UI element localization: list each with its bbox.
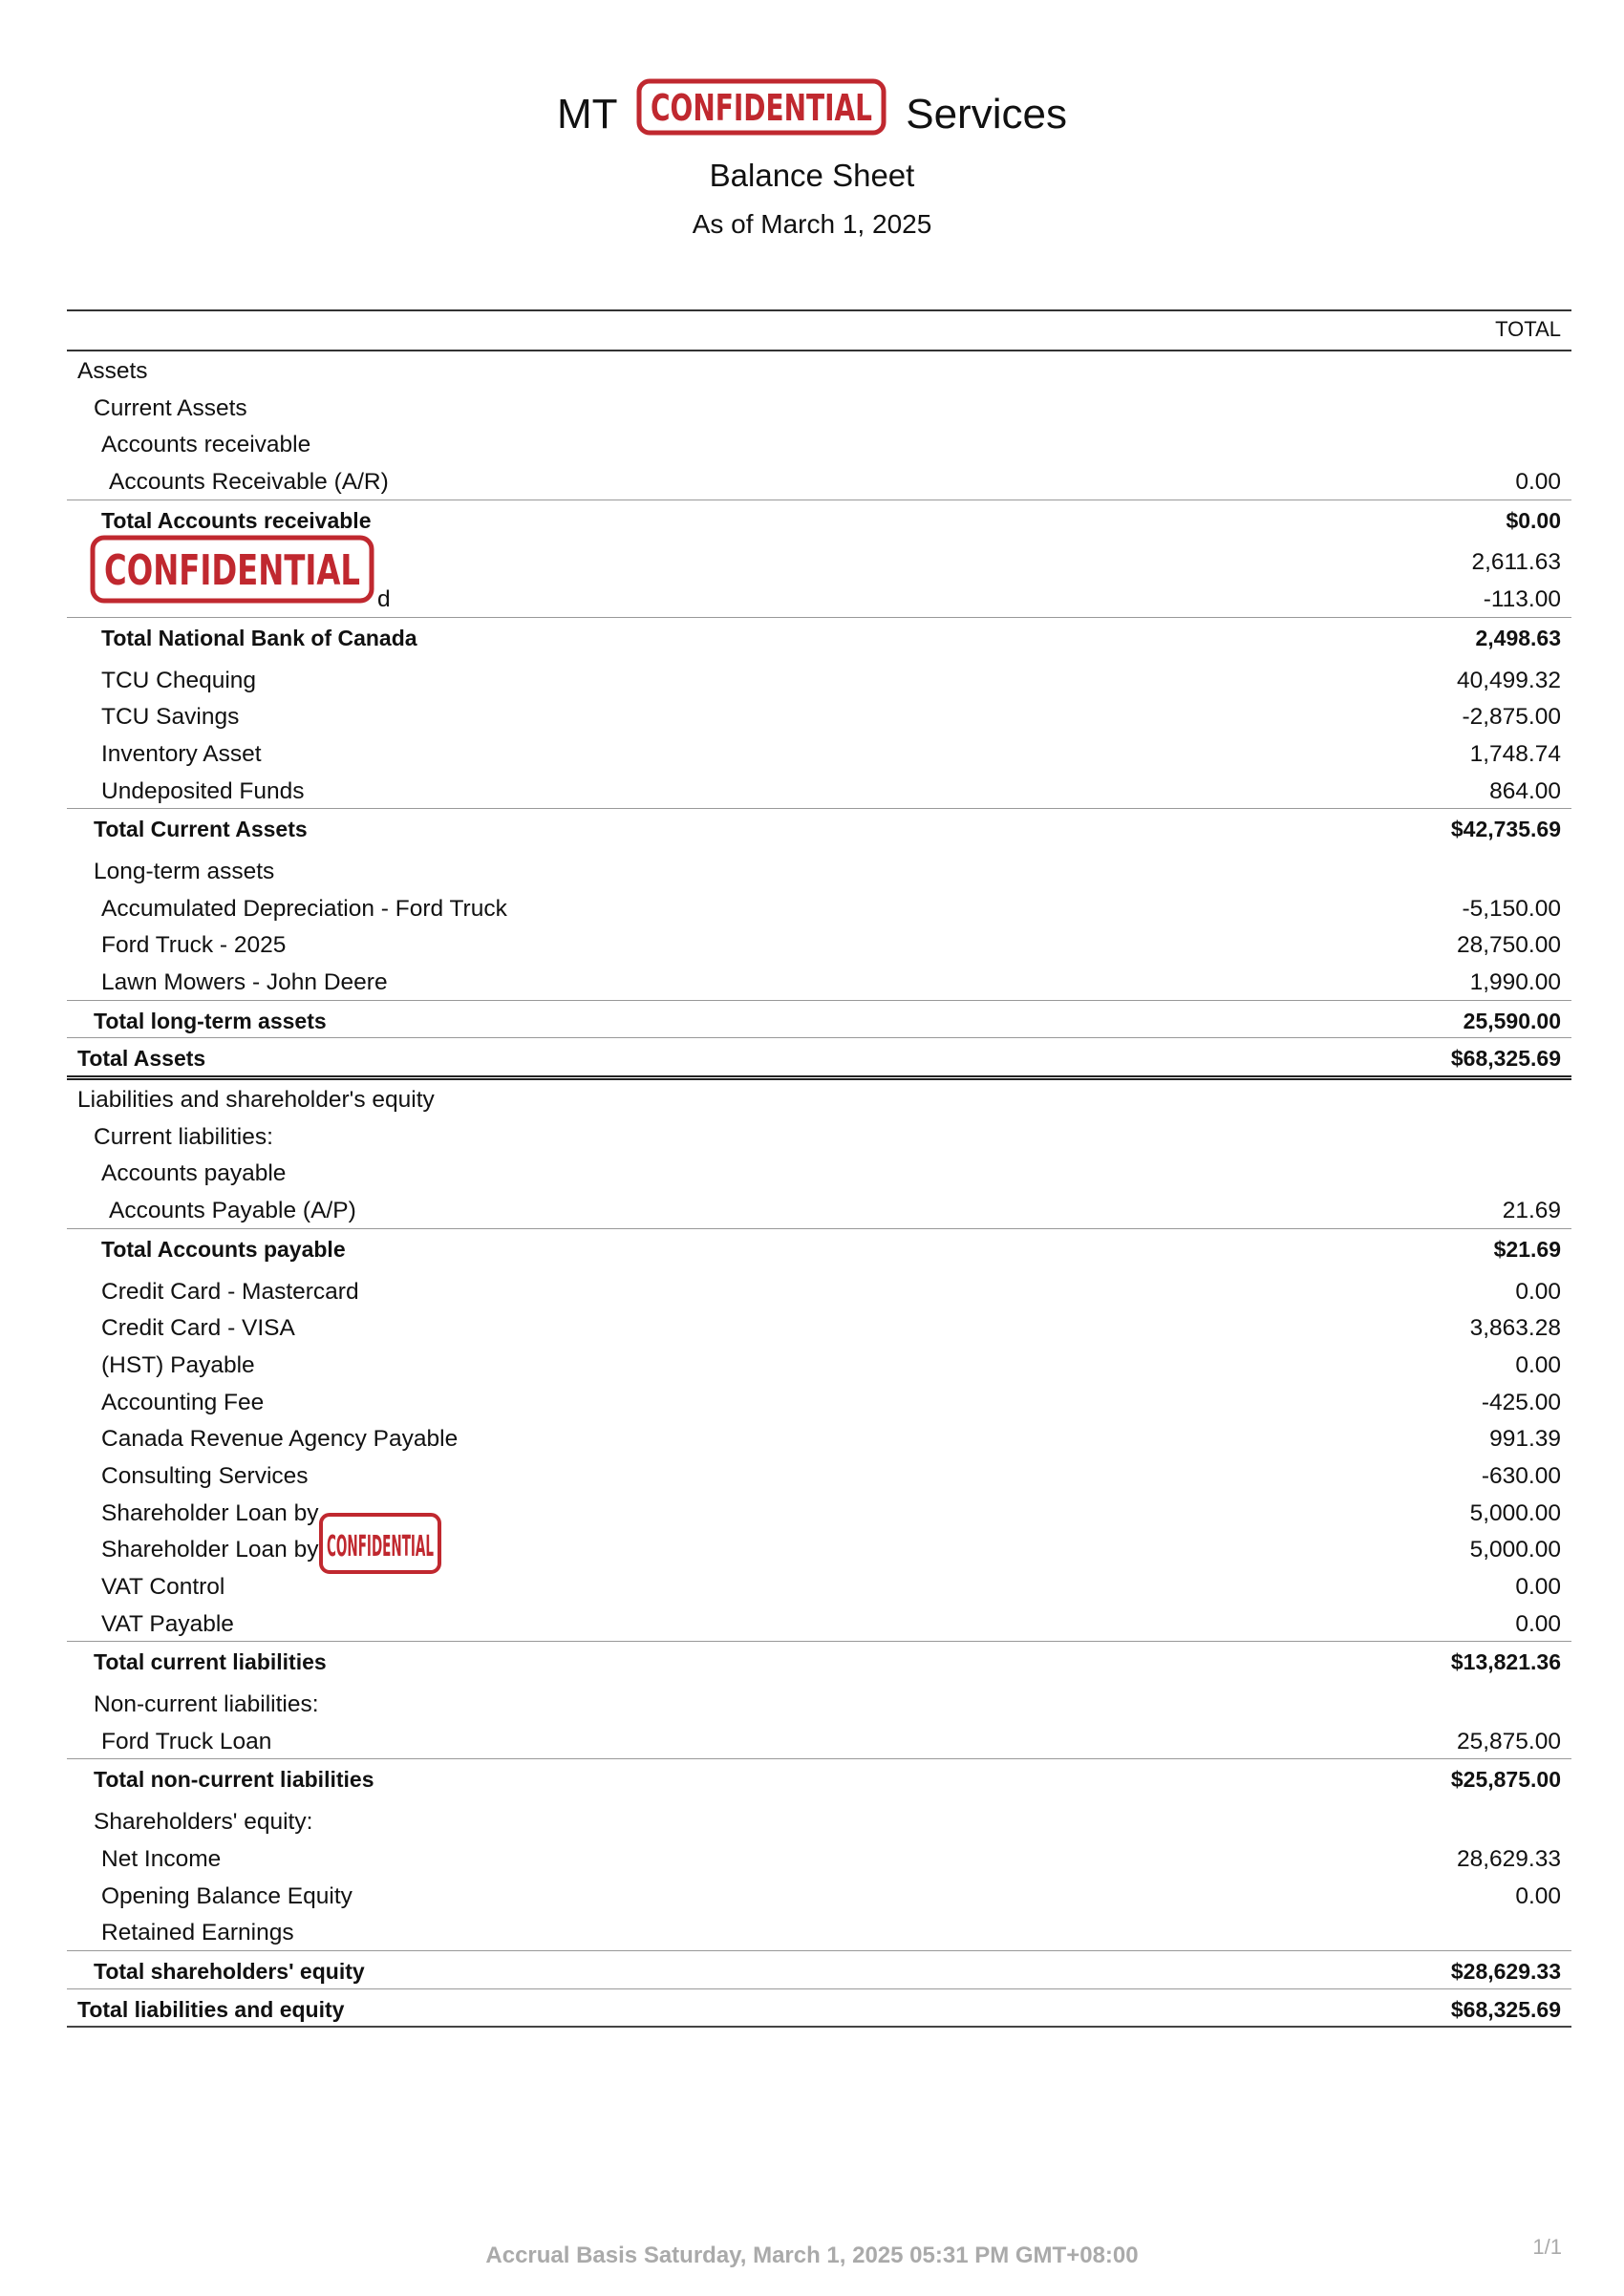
table-row: Lawn Mowers - John Deere 1,990.00 <box>101 969 1561 995</box>
company-name: MT CONFIDENTIAL Services <box>0 78 1624 152</box>
table-row: Accounts payable <box>101 1160 287 1187</box>
table-row: Long-term assets <box>94 858 275 884</box>
report-footer: Accrual Basis Saturday, March 1, 2025 05… <box>485 2243 1139 2268</box>
table-row: Retained Earnings <box>101 1920 294 1946</box>
svg-text:CONFIDENTIAL: CONFIDENTIAL <box>327 1530 434 1563</box>
table-row: Current liabilities: <box>94 1123 273 1150</box>
confidential-stamp: CONFIDENTIAL <box>318 1512 442 1575</box>
report-title: Balance Sheet <box>709 158 915 193</box>
table-row: Total National Bank of Canada 2,498.63 <box>67 616 1571 655</box>
table-row: Assets <box>77 358 148 384</box>
table-row: Consulting Services -630.00 <box>101 1462 1561 1489</box>
company-prefix: MT <box>557 91 617 138</box>
table-row: Ford Truck - 2025 28,750.00 <box>101 932 1561 959</box>
table-row: VAT Control 0.00 <box>101 1574 1561 1600</box>
table-row: Total Accounts payable $21.69 <box>67 1227 1571 1266</box>
table-row: Inventory Asset 1,748.74 <box>101 740 1561 767</box>
table-row: Shareholders' equity: <box>94 1809 313 1836</box>
table-row: Total Accounts receivable $0.00 <box>67 499 1571 538</box>
table-row: Total long-term assets 25,590.00 <box>67 999 1571 1038</box>
table-row: Net Income 28,629.33 <box>101 1845 1561 1872</box>
confidential-stamp: CONFIDENTIAL <box>90 535 374 604</box>
svg-text:CONFIDENTIAL: CONFIDENTIAL <box>651 87 872 129</box>
column-header: TOTAL <box>67 311 1571 351</box>
table-row: VAT Payable 0.00 <box>101 1610 1561 1637</box>
table-row: Accounts receivable <box>101 432 311 458</box>
table-row: Total liabilities and equity $68,325.69 <box>67 1988 1571 2029</box>
table-row: Liabilities and shareholder's equity <box>77 1087 435 1114</box>
table-row: Total current liabilities $13,821.36 <box>67 1641 1571 1679</box>
table-row: Shareholder Loan by 5,000.00 <box>101 1499 1561 1526</box>
table-row: Total shareholders' equity $28,629.33 <box>67 1949 1571 1988</box>
table-row: Credit Card - VISA 3,863.28 <box>101 1315 1561 1342</box>
page-number: 1/1 <box>1532 2235 1562 2259</box>
table-row: TCU Chequing 40,499.32 <box>101 667 1561 693</box>
report-date: As of March 1, 2025 <box>692 209 932 239</box>
table-row: Total Assets $68,325.69 <box>67 1037 1571 1081</box>
table-row: Undeposited Funds 864.00 <box>101 777 1561 804</box>
table-row: Canada Revenue Agency Payable 991.39 <box>101 1426 1561 1453</box>
svg-text:CONFIDENTIAL: CONFIDENTIAL <box>104 546 360 595</box>
table-row: Accumulated Depreciation - Ford Truck -5,… <box>101 895 1561 922</box>
table-row: TCU Savings -2,875.00 <box>101 704 1561 731</box>
table-row: Total Current Assets $42,735.69 <box>67 808 1571 846</box>
table-row: Credit Card - Mastercard 0.00 <box>101 1278 1561 1305</box>
table-row: Total non-current liabilities $25,875.00 <box>67 1758 1571 1796</box>
table-row: Accounts Receivable (A/R) 0.00 <box>109 469 1561 496</box>
table-row: Current Assets <box>94 394 247 421</box>
table-row: Accounting Fee -425.00 <box>101 1389 1561 1415</box>
company-suffix: Services <box>906 91 1067 138</box>
table-row: Non-current liabilities: <box>94 1691 319 1718</box>
table-row: Accounts Payable (A/P) 21.69 <box>109 1198 1561 1224</box>
column-header-total: TOTAL <box>1495 317 1561 341</box>
table-row: Ford Truck Loan 25,875.00 <box>101 1728 1561 1754</box>
table-row: Opening Balance Equity 0.00 <box>101 1882 1561 1909</box>
table-row: Shareholder Loan by 5,000.00 <box>101 1537 1561 1563</box>
confidential-stamp: CONFIDENTIAL <box>636 78 887 148</box>
table-row: (HST) Payable 0.00 <box>101 1351 1561 1378</box>
